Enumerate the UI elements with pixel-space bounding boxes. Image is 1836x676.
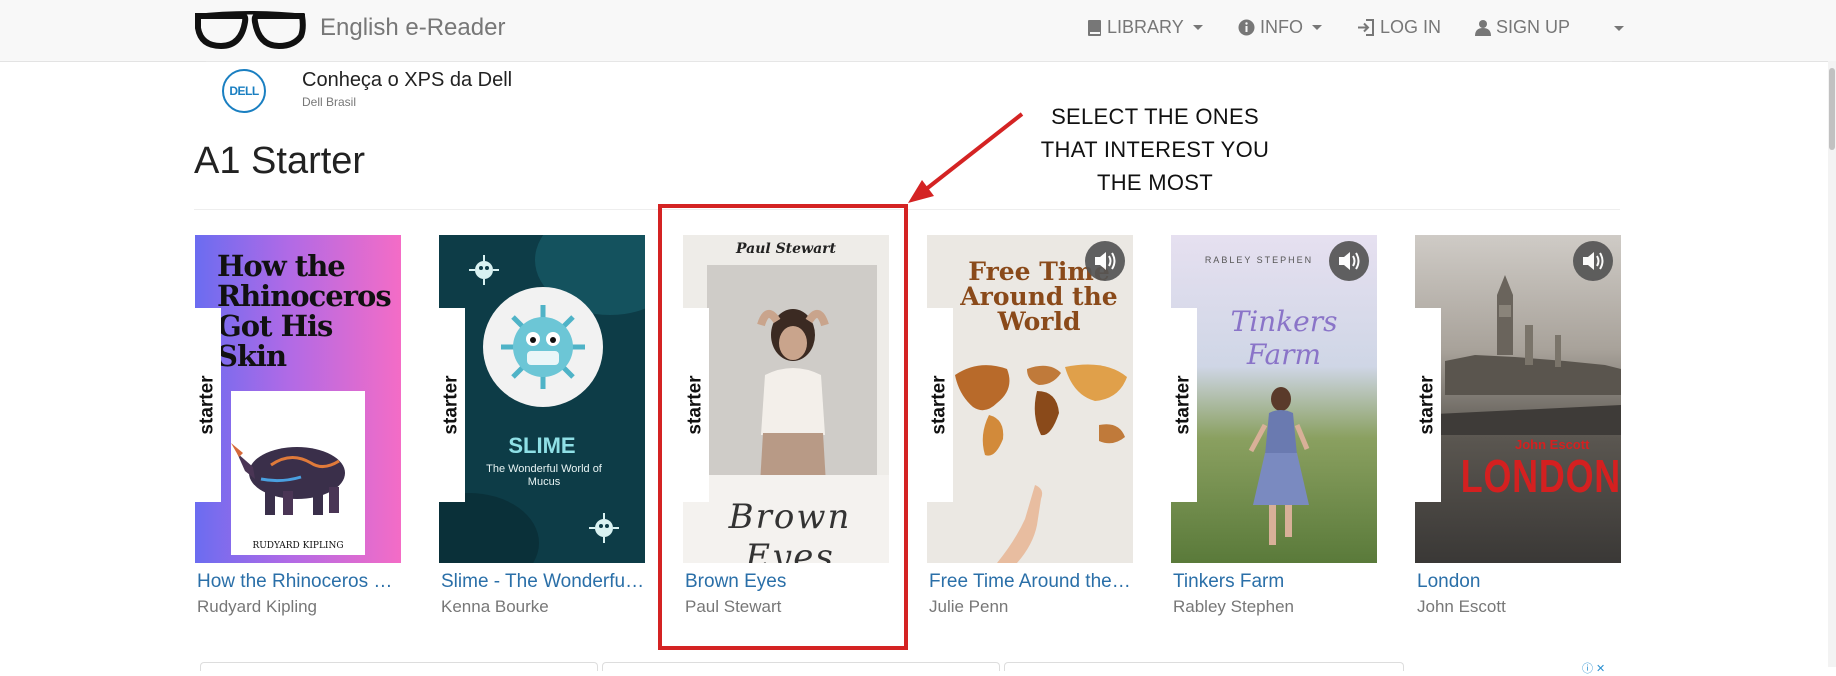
- book-cover[interactable]: SLIME The Wonderful World of Mucus start…: [439, 235, 645, 563]
- girl-running-icon: [1248, 387, 1310, 545]
- cover-heading: Brown Eyes: [728, 497, 852, 563]
- nav-library[interactable]: LIBRARY: [1087, 17, 1203, 38]
- book-cover[interactable]: RABLEY STEPHEN Tinkers Farm starter: [1171, 235, 1377, 563]
- hand-icon: [997, 485, 1043, 563]
- book-cover[interactable]: Free Time Around the World starter: [927, 235, 1133, 563]
- book-title[interactable]: Tinkers Farm: [1173, 571, 1379, 593]
- annotation-line: THAT INTEREST YOU: [1040, 137, 1270, 162]
- level-badge-label: starter: [197, 375, 218, 435]
- book-title[interactable]: London: [1417, 571, 1623, 593]
- dell-logo[interactable]: DELL: [222, 69, 266, 113]
- book-card[interactable]: How the Rhinoceros Got His Skin RUDYARD …: [195, 235, 403, 616]
- annotation-line: THE MOST: [1096, 170, 1214, 195]
- virus-icon: [469, 255, 499, 285]
- cover-art-circle: [483, 287, 603, 407]
- audio-icon[interactable]: [1085, 241, 1125, 281]
- book-author: Rudyard Kipling: [197, 597, 318, 616]
- audio-icon[interactable]: [1573, 241, 1613, 281]
- cover-heading: LONDON: [1460, 450, 1621, 502]
- ad-title[interactable]: Conheça o XPS da Dell: [302, 69, 512, 92]
- virus-mascot-icon: [501, 305, 585, 389]
- top-navbar: English e-Reader LIBRARY INFO LOG IN SIG…: [0, 0, 1836, 62]
- book-icon: [1088, 19, 1101, 36]
- nav-more-toggle[interactable]: [1610, 26, 1624, 31]
- cover-photo: [707, 265, 877, 501]
- level-badge: starter: [439, 308, 465, 502]
- book-title[interactable]: Brown Eyes: [685, 571, 891, 593]
- book-title[interactable]: Slime - The Wonderful World of Mucus: [441, 571, 647, 593]
- annotation-line: SELECT THE ONES: [1051, 104, 1259, 129]
- level-badge-label: starter: [685, 375, 706, 435]
- nav-signup[interactable]: SIGN UP: [1475, 17, 1570, 38]
- nav-login-label: LOG IN: [1380, 17, 1442, 37]
- scrollbar-thumb[interactable]: [1829, 68, 1835, 150]
- cover-author: RABLEY STEPHEN: [1204, 255, 1314, 265]
- book-card[interactable]: Free Time Around the World starter Free …: [927, 235, 1135, 616]
- book-cover[interactable]: How the Rhinoceros Got His Skin RUDYARD …: [195, 235, 401, 563]
- book-card[interactable]: John Escott LONDON starter London John E…: [1415, 235, 1621, 616]
- nav-library-label: LIBRARY: [1107, 17, 1184, 37]
- book-cover[interactable]: Paul Stewart Brown Eyes starter: [683, 235, 889, 563]
- cover-art-panel: RUDYARD KIPLING: [231, 391, 365, 555]
- level-badge: starter: [683, 308, 709, 502]
- virus-icon: [589, 513, 619, 543]
- london-skyline-icon: [1415, 275, 1621, 435]
- book-title[interactable]: Free Time Around the World: [929, 571, 1135, 593]
- page-scrollbar[interactable]: [1828, 61, 1836, 667]
- book-author: Rabley Stephen: [1173, 597, 1294, 616]
- level-badge-label: starter: [441, 375, 462, 435]
- nav-login[interactable]: LOG IN: [1357, 17, 1441, 38]
- dell-logo-text: DELL: [229, 84, 259, 98]
- ad-divider: [206, 61, 1612, 64]
- book-cover[interactable]: John Escott LONDON starter: [1415, 235, 1621, 563]
- cover-heading: Tinkers Farm: [1230, 305, 1338, 371]
- world-map-icon: [955, 364, 1127, 456]
- chevron-down-icon: [1192, 25, 1203, 30]
- nav-info-label: INFO: [1260, 17, 1303, 37]
- cover-author: RUDYARD KIPLING: [252, 541, 344, 551]
- level-badge: starter: [1171, 308, 1197, 502]
- level-badge-label: starter: [1417, 375, 1438, 435]
- ad-subtitle[interactable]: Dell Brasil: [302, 95, 356, 109]
- level-badge: starter: [195, 308, 221, 502]
- cover-heading: SLIME: [508, 433, 576, 458]
- cover-author: Paul Stewart: [735, 241, 837, 257]
- user-icon: [1475, 20, 1491, 36]
- audio-icon[interactable]: [1329, 241, 1369, 281]
- nav-info[interactable]: INFO: [1238, 17, 1322, 38]
- annotation-text: SELECT THE ONES THAT INTEREST YOU THE MO…: [1030, 100, 1280, 199]
- book-author: Kenna Bourke: [441, 597, 549, 616]
- cover-decoration: [439, 493, 539, 563]
- book-card[interactable]: RABLEY STEPHEN Tinkers Farm starter Tink…: [1171, 235, 1377, 616]
- level-badge-label: starter: [929, 375, 950, 435]
- book-title[interactable]: How the Rhinoceros Got His Skin: [197, 571, 403, 593]
- book-author: Paul Stewart: [685, 597, 782, 616]
- chevron-down-icon: [1312, 25, 1322, 30]
- level-badge: starter: [927, 308, 953, 502]
- rhinoceros-icon: [231, 443, 345, 515]
- cover-heading: How the Rhinoceros Got His Skin: [217, 249, 392, 373]
- level-badge-label: starter: [1173, 375, 1194, 435]
- brand-title[interactable]: English e-Reader: [320, 14, 505, 42]
- glasses-logo-icon[interactable]: [193, 8, 307, 50]
- book-card[interactable]: SLIME The Wonderful World of Mucus start…: [439, 235, 647, 616]
- book-card[interactable]: Paul Stewart Brown Eyes starter Brown Ey…: [683, 235, 889, 616]
- woman-photo-icon: [707, 265, 877, 501]
- login-icon: [1358, 19, 1374, 36]
- ad-choices-icon[interactable]: ⓘ ✕: [1582, 660, 1605, 676]
- info-icon: [1238, 19, 1255, 36]
- section-title: A1 Starter: [194, 140, 366, 182]
- book-author: John Escott: [1417, 597, 1506, 616]
- cover-subtitle: The Wonderful World of Mucus: [486, 463, 602, 488]
- chevron-down-icon: [1614, 26, 1624, 31]
- book-author: Julie Penn: [929, 597, 1009, 616]
- nav-signup-label: SIGN UP: [1496, 17, 1571, 37]
- level-badge: starter: [1415, 308, 1441, 502]
